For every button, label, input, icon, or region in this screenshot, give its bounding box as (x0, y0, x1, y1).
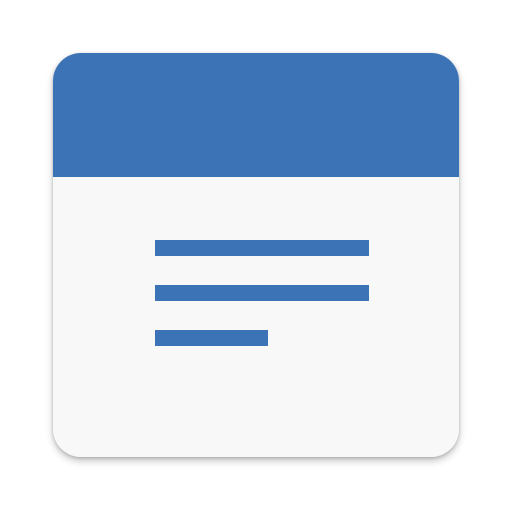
text-line-icon (155, 330, 268, 346)
text-line-icon (155, 285, 369, 301)
icon-body (53, 177, 459, 457)
text-line-icon (155, 240, 369, 256)
stage (0, 0, 512, 512)
notes-app-icon[interactable] (53, 53, 459, 457)
icon-header-band (53, 53, 459, 177)
